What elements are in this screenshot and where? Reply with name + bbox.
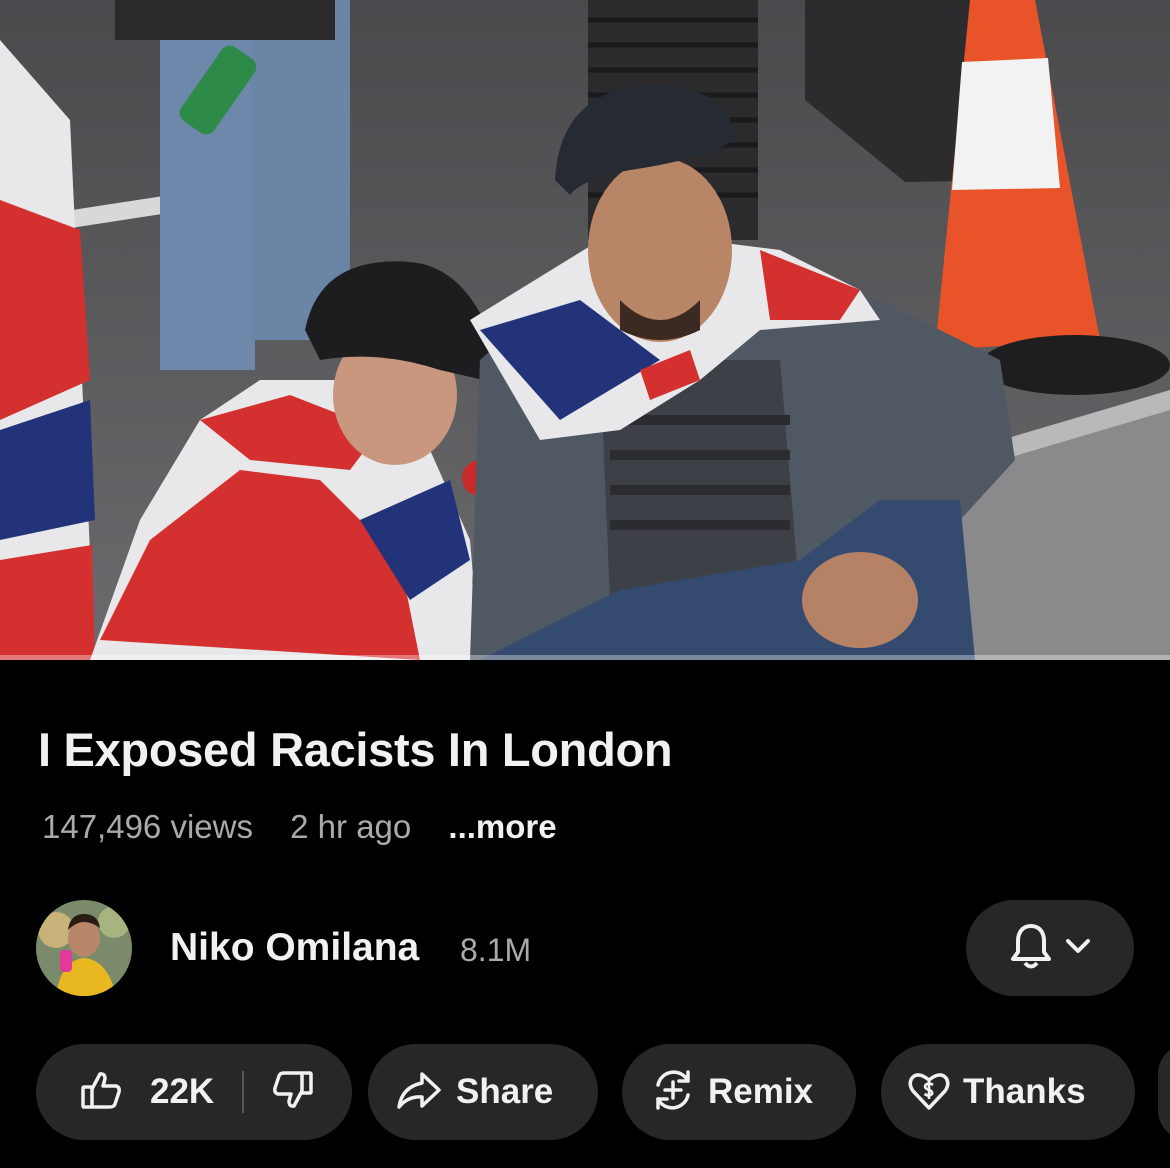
share-button[interactable]: Share	[368, 1044, 598, 1140]
more-actions-button[interactable]	[1158, 1044, 1170, 1140]
share-label: Share	[456, 1072, 554, 1111]
dislike-icon	[272, 1069, 314, 1116]
remix-button[interactable]: Remix	[622, 1044, 856, 1140]
thanks-label: Thanks	[963, 1072, 1086, 1111]
upload-age: 2 hr ago	[290, 808, 412, 845]
share-icon	[396, 1070, 442, 1115]
like-count: 22K	[150, 1072, 215, 1111]
video-player[interactable]	[0, 0, 1170, 660]
bell-icon	[1008, 921, 1054, 976]
view-count: 147,496 views	[42, 808, 253, 845]
notification-subscribe-button[interactable]	[966, 900, 1134, 996]
like-icon	[80, 1069, 122, 1116]
more-link[interactable]: ...more	[448, 808, 556, 845]
like-button[interactable]: 22K	[36, 1044, 214, 1140]
video-meta: 147,496 views 2 hr ago ...more	[42, 808, 557, 846]
thanks-icon	[907, 1069, 951, 1116]
subscriber-count: 8.1M	[460, 932, 532, 968]
like-dislike-pill: 22K	[36, 1044, 352, 1140]
channel-avatar[interactable]	[36, 900, 132, 996]
video-progress-bar[interactable]	[0, 655, 1170, 660]
video-title: I Exposed Racists In London	[38, 723, 673, 776]
chevron-down-icon	[1064, 936, 1092, 961]
remix-label: Remix	[708, 1072, 814, 1111]
dislike-button[interactable]	[244, 1044, 314, 1140]
channel-name[interactable]: Niko Omilana	[170, 926, 419, 970]
remix-icon	[650, 1067, 696, 1118]
video-frame	[0, 0, 1170, 660]
thanks-button[interactable]: Thanks	[881, 1044, 1135, 1140]
